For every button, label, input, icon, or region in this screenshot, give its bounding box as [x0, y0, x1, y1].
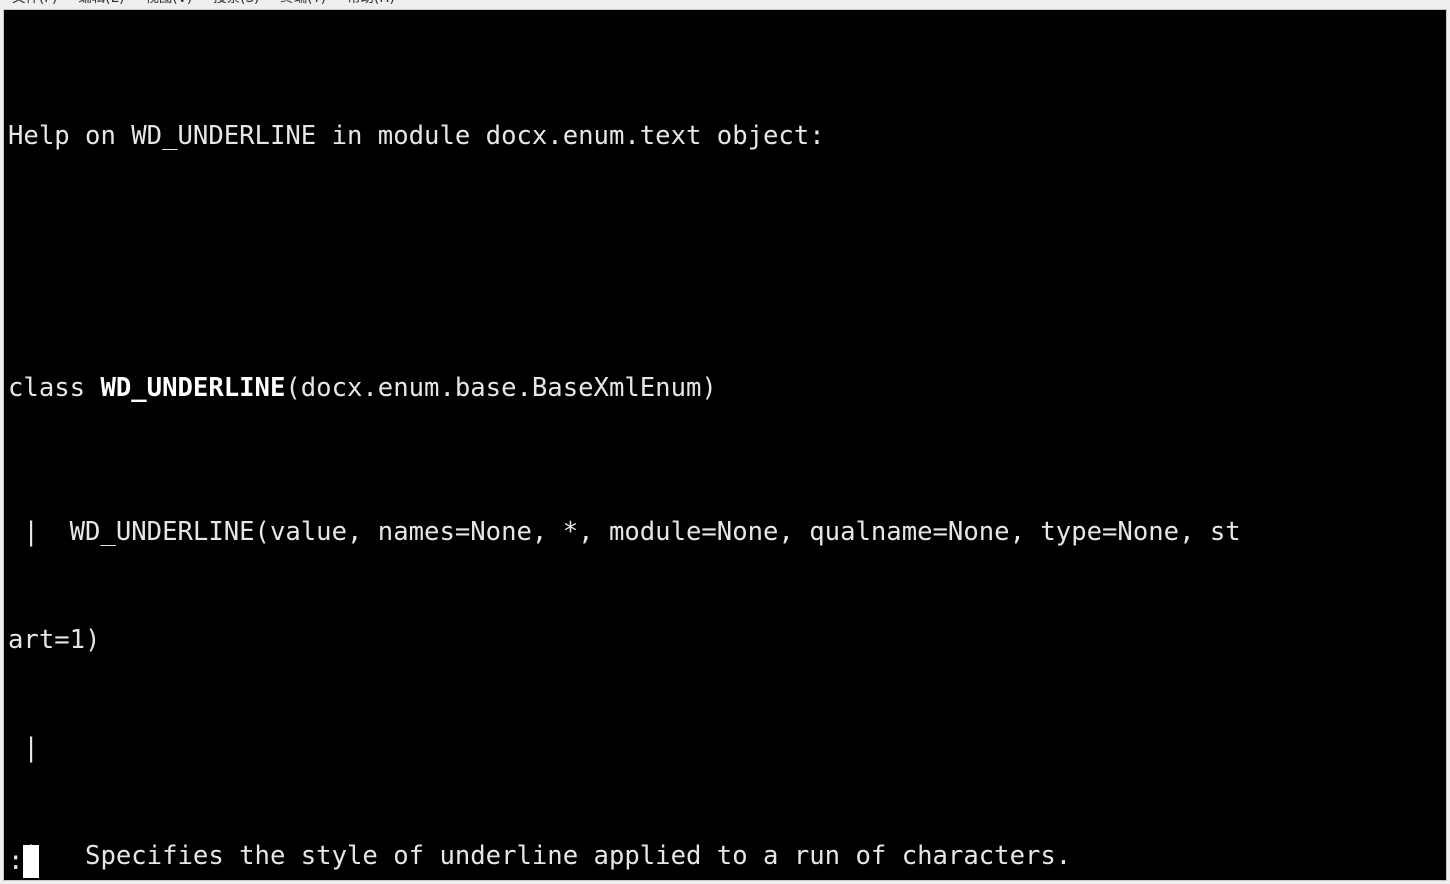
terminal-line-header: Help on WD_UNDERLINE in module docx.enum…	[8, 121, 825, 151]
pager-prompt-colon: :	[8, 846, 24, 876]
terminal-line-summary: | Specifies the style of underline appli…	[8, 841, 1072, 871]
menu-item-terminal[interactable]: 终端(T)	[272, 0, 339, 9]
pager-prompt[interactable]: :	[8, 843, 40, 879]
menu-item-search[interactable]: 搜索(S)	[205, 0, 272, 9]
terminal-line-gutter-1: |	[8, 733, 39, 763]
class-name: WD_UNDERLINE	[100, 373, 286, 403]
menu-item-help[interactable]: 帮助(H)	[339, 0, 408, 9]
terminal-window: 文件(F) 编辑(E) 视图(V) 搜索(S) 终端(T) 帮助(H) Help…	[0, 0, 1450, 884]
menu-item-view[interactable]: 视图(V)	[137, 0, 205, 9]
terminal-screen[interactable]: Help on WD_UNDERLINE in module docx.enum…	[3, 9, 1447, 881]
class-bases: (docx.enum.base.BaseXmlEnum)	[285, 373, 717, 403]
class-keyword: class	[8, 373, 101, 403]
menu-item-file[interactable]: 文件(F)	[4, 0, 70, 9]
menu-item-edit[interactable]: 编辑(E)	[70, 0, 137, 9]
menu-bar: 文件(F) 编辑(E) 视图(V) 搜索(S) 终端(T) 帮助(H)	[0, 0, 1450, 9]
text-cursor	[23, 845, 40, 878]
terminal-line-signature-2: art=1)	[8, 625, 101, 655]
terminal-line-blank-1	[8, 226, 1241, 262]
terminal-text-buffer: Help on WD_UNDERLINE in module docx.enum…	[8, 10, 1241, 880]
terminal-line-class: class WD_UNDERLINE(docx.enum.base.BaseXm…	[8, 370, 1241, 406]
terminal-line-signature-1: | WD_UNDERLINE(value, names=None, *, mod…	[8, 517, 1241, 547]
